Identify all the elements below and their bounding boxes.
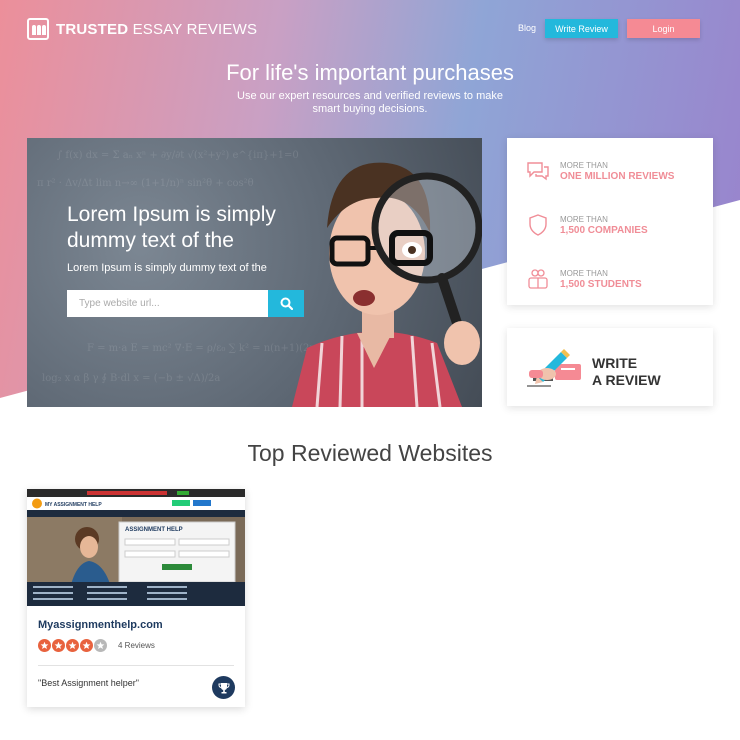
stats-card: MORE THAN ONE MILLION REVIEWS MORE THAN … — [507, 138, 713, 305]
write-review-button[interactable]: Write Review — [545, 19, 618, 38]
logo[interactable]: TRUSTED ESSAY REVIEWS — [27, 18, 257, 40]
login-button[interactable]: Login — [627, 19, 700, 38]
star-filled-icon — [66, 639, 79, 652]
stat-value: 1,500 COMPANIES — [560, 224, 648, 236]
stat-students: MORE THAN 1,500 STUDENTS — [525, 259, 642, 299]
banner-heading: Lorem Ipsum is simply dummy text of the — [67, 203, 276, 252]
star-empty-icon — [94, 639, 107, 652]
write-a-review-card[interactable]: WRITE A REVIEW — [507, 328, 713, 406]
stat-reviews: MORE THAN ONE MILLION REVIEWS — [525, 151, 674, 191]
thumb-brand: MY ASSIGNMENT HELP — [45, 502, 102, 508]
star-filled-icon — [38, 639, 51, 652]
stat-value: ONE MILLION REVIEWS — [560, 170, 675, 182]
logo-icon — [27, 18, 49, 40]
stat-label: MORE THAN — [560, 268, 608, 278]
pen-writing-icon — [527, 349, 581, 387]
hero-banner: ∫ f(x) dx = Σ aₙ xⁿ + ∂y/∂t √(x²+y²) e^{… — [27, 138, 482, 407]
search-icon — [280, 297, 293, 310]
write-a-review-label: WRITE A REVIEW — [592, 355, 661, 388]
star-filled-icon — [80, 639, 93, 652]
search-button[interactable] — [268, 290, 304, 317]
hero-title: For life's important purchases — [226, 60, 514, 85]
website-url-input[interactable] — [67, 290, 268, 317]
website-card[interactable]: MY ASSIGNMENT HELP ASSIGNMENT HELP Myass… — [27, 489, 245, 707]
thumb-form-title: ASSIGNMENT HELP — [125, 527, 183, 533]
banner-text: Lorem Ipsum is simply dummy text of the — [67, 262, 267, 274]
nav-blog-link[interactable]: Blog — [518, 23, 536, 33]
logo-text: TRUSTED ESSAY REVIEWS — [56, 20, 258, 38]
stat-label: MORE THAN — [560, 214, 608, 224]
section-title: Top Reviewed Websites — [247, 440, 493, 466]
stat-value: 1,500 STUDENTS — [560, 278, 642, 290]
hero-subtitle: Use our expert resources and verified re… — [237, 90, 503, 115]
person-with-magnifier-image — [292, 162, 482, 407]
star-rating — [38, 639, 108, 652]
shield-icon — [525, 212, 551, 238]
website-name-link[interactable]: Myassignmenthelp.com — [38, 619, 163, 631]
website-thumbnail[interactable]: MY ASSIGNMENT HELP ASSIGNMENT HELP — [27, 489, 245, 606]
stat-label: MORE THAN — [560, 160, 608, 170]
chat-icon — [525, 158, 551, 184]
reviews-count[interactable]: 4 Reviews — [118, 641, 155, 650]
review-quote: "Best Assignment helper" — [38, 678, 139, 688]
star-filled-icon — [52, 639, 65, 652]
students-icon — [525, 266, 551, 292]
stat-companies: MORE THAN 1,500 COMPANIES — [525, 205, 648, 245]
divider — [38, 665, 234, 666]
trophy-icon[interactable] — [212, 676, 235, 699]
